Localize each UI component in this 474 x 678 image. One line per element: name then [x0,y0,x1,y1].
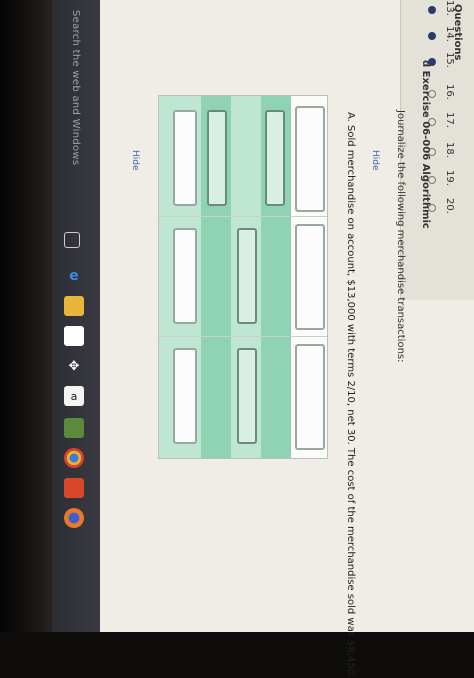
journal-row-divider [159,336,327,337]
amount-input-2[interactable] [173,228,197,324]
amount-input-3[interactable] [173,348,197,444]
question-item-15[interactable]: 15. [410,52,470,74]
hide-link-bottom[interactable]: Hide [130,150,140,171]
question-status-icon [428,6,436,14]
instructions-text: Journalize the following merchandise tra… [395,110,406,363]
question-item-19[interactable]: 19. [410,170,470,192]
hide-link[interactable]: Hide [370,150,380,171]
question-status-icon [428,32,436,40]
exercise-title: d Exercise 06-006 Algorithmic [420,60,431,229]
dropbox-icon[interactable]: ✥ [64,356,84,376]
amazon-icon[interactable]: a [64,386,84,406]
question-item-18[interactable]: 18. [410,142,470,164]
journal-table [158,95,328,459]
firefox-icon[interactable] [64,508,84,528]
account-input-3[interactable] [295,344,325,450]
question-item-16[interactable]: 16. [410,84,470,106]
amount-input-1[interactable] [173,110,197,206]
debit-input-2[interactable] [237,228,257,324]
account-input-1[interactable] [295,106,325,212]
question-item-14[interactable]: 14. [410,26,470,48]
question-text: A. Sold merchandise on account, $13,000 … [345,112,356,678]
task-view-icon[interactable] [64,232,80,248]
question-item-13[interactable]: 13. [410,0,470,22]
credit-input-1[interactable] [207,110,227,206]
question-item-20[interactable]: 20. [410,198,470,220]
screen-bezel [0,0,52,632]
account-input-2[interactable] [295,224,325,330]
store-icon[interactable] [64,326,84,346]
taskbar-search-placeholder: Search the web and Windows [70,10,81,166]
debit-input-3[interactable] [237,348,257,444]
minecraft-icon[interactable] [64,418,84,438]
file-explorer-icon[interactable] [64,296,84,316]
journal-row-divider [159,216,327,217]
edge-icon[interactable]: e [64,266,84,286]
debit-input-1[interactable] [265,110,285,206]
question-item-17[interactable]: 17. [410,112,470,134]
taskbar-search-box[interactable]: Search the web and Windows [58,10,92,210]
chrome-icon[interactable] [64,448,84,468]
office-icon[interactable] [64,478,84,498]
